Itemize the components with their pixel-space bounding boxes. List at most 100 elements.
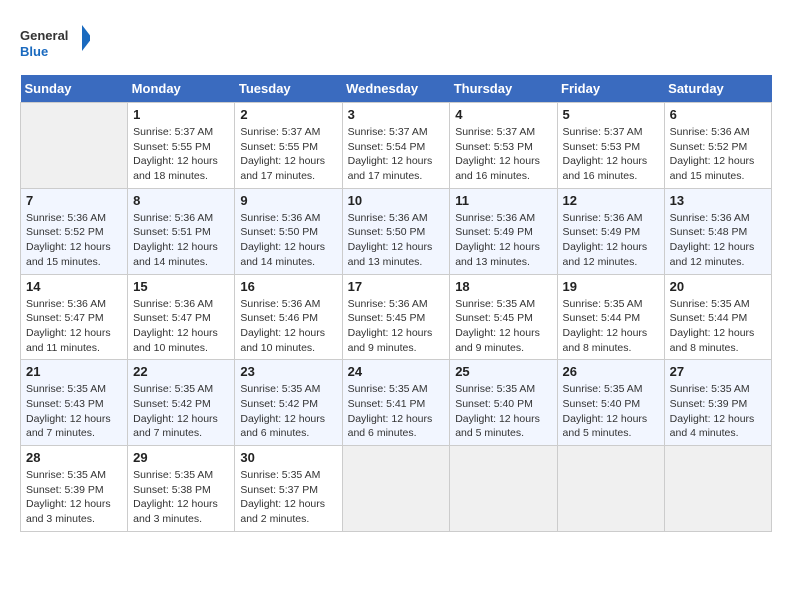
calendar-cell: 22Sunrise: 5:35 AMSunset: 5:42 PMDayligh… bbox=[128, 360, 235, 446]
calendar-cell: 8 Sunrise: 5:36 AMSunset: 5:51 PMDaylight… bbox=[128, 188, 235, 274]
calendar-cell: 11 Sunrise: 5:36 AMSunset: 5:49 PMDayligh… bbox=[450, 188, 557, 274]
calendar-cell: 4 Sunrise: 5:37 AMSunset: 5:53 PMDaylight… bbox=[450, 103, 557, 189]
day-number: 11 bbox=[455, 193, 551, 208]
day-number: 30 bbox=[240, 450, 336, 465]
day-info: Sunrise: 5:37 AMSunset: 5:55 PMDaylight:… bbox=[133, 125, 229, 184]
calendar-cell: 7 Sunrise: 5:36 AMSunset: 5:52 PMDaylight… bbox=[21, 188, 128, 274]
day-info: Sunrise: 5:35 AMSunset: 5:38 PMDaylight:… bbox=[133, 468, 229, 527]
calendar-cell: 6 Sunrise: 5:36 AMSunset: 5:52 PMDaylight… bbox=[664, 103, 771, 189]
day-number: 6 bbox=[670, 107, 766, 122]
day-info: Sunrise: 5:36 AMSunset: 5:49 PMDaylight:… bbox=[563, 211, 659, 270]
calendar-cell: 21 Sunrise: 5:35 AMSunset: 5:43 PMDayligh… bbox=[21, 360, 128, 446]
day-number: 9 bbox=[240, 193, 336, 208]
logo: General Blue bbox=[20, 20, 90, 65]
day-number: 12 bbox=[563, 193, 659, 208]
calendar-cell: 10 Sunrise: 5:36 AMSunset: 5:50 PMDayligh… bbox=[342, 188, 450, 274]
day-info: Sunrise: 5:37 AMSunset: 5:53 PMDaylight:… bbox=[563, 125, 659, 184]
day-info: Sunrise: 5:35 AMSunset: 5:45 PMDaylight:… bbox=[455, 297, 551, 356]
day-number: 13 bbox=[670, 193, 766, 208]
day-number: 15 bbox=[133, 279, 229, 294]
calendar-cell: 27Sunrise: 5:35 AMSunset: 5:39 PMDayligh… bbox=[664, 360, 771, 446]
day-info: Sunrise: 5:36 AMSunset: 5:45 PMDaylight:… bbox=[348, 297, 445, 356]
svg-text:General: General bbox=[20, 28, 68, 43]
day-info: Sunrise: 5:35 AMSunset: 5:44 PMDaylight:… bbox=[670, 297, 766, 356]
day-number: 24 bbox=[348, 364, 445, 379]
calendar-cell: 3Sunrise: 5:37 AMSunset: 5:54 PMDaylight… bbox=[342, 103, 450, 189]
day-info: Sunrise: 5:36 AMSunset: 5:50 PMDaylight:… bbox=[348, 211, 445, 270]
week-row-3: 14 Sunrise: 5:36 AMSunset: 5:47 PMDayligh… bbox=[21, 274, 772, 360]
page-header: General Blue bbox=[20, 20, 772, 65]
calendar-cell: 16 Sunrise: 5:36 AMSunset: 5:46 PMDayligh… bbox=[235, 274, 342, 360]
day-info: Sunrise: 5:36 AMSunset: 5:52 PMDaylight:… bbox=[670, 125, 766, 184]
day-info: Sunrise: 5:37 AMSunset: 5:53 PMDaylight:… bbox=[455, 125, 551, 184]
day-number: 3 bbox=[348, 107, 445, 122]
calendar-cell: 20 Sunrise: 5:35 AMSunset: 5:44 PMDayligh… bbox=[664, 274, 771, 360]
day-number: 18 bbox=[455, 279, 551, 294]
day-number: 1 bbox=[133, 107, 229, 122]
calendar-cell: 29 Sunrise: 5:35 AMSunset: 5:38 PMDayligh… bbox=[128, 446, 235, 532]
day-info: Sunrise: 5:36 AMSunset: 5:52 PMDaylight:… bbox=[26, 211, 122, 270]
day-info: Sunrise: 5:36 AMSunset: 5:46 PMDaylight:… bbox=[240, 297, 336, 356]
day-info: Sunrise: 5:35 AMSunset: 5:39 PMDaylight:… bbox=[670, 382, 766, 441]
calendar-cell bbox=[450, 446, 557, 532]
day-number: 23 bbox=[240, 364, 336, 379]
day-number: 26 bbox=[563, 364, 659, 379]
calendar-cell: 17 Sunrise: 5:36 AMSunset: 5:45 PMDayligh… bbox=[342, 274, 450, 360]
day-info: Sunrise: 5:36 AMSunset: 5:49 PMDaylight:… bbox=[455, 211, 551, 270]
day-number: 19 bbox=[563, 279, 659, 294]
day-info: Sunrise: 5:36 AMSunset: 5:47 PMDaylight:… bbox=[26, 297, 122, 356]
calendar-cell: 24 Sunrise: 5:35 AMSunset: 5:41 PMDayligh… bbox=[342, 360, 450, 446]
day-number: 20 bbox=[670, 279, 766, 294]
calendar-cell: 23 Sunrise: 5:35 AMSunset: 5:42 PMDayligh… bbox=[235, 360, 342, 446]
calendar-cell: 19 Sunrise: 5:35 AMSunset: 5:44 PMDayligh… bbox=[557, 274, 664, 360]
calendar-cell: 12 Sunrise: 5:36 AMSunset: 5:49 PMDayligh… bbox=[557, 188, 664, 274]
week-row-2: 7 Sunrise: 5:36 AMSunset: 5:52 PMDaylight… bbox=[21, 188, 772, 274]
day-header-saturday: Saturday bbox=[664, 75, 771, 103]
day-number: 7 bbox=[26, 193, 122, 208]
day-header-sunday: Sunday bbox=[21, 75, 128, 103]
day-info: Sunrise: 5:35 AMSunset: 5:40 PMDaylight:… bbox=[455, 382, 551, 441]
calendar-cell bbox=[342, 446, 450, 532]
day-number: 5 bbox=[563, 107, 659, 122]
day-info: Sunrise: 5:35 AMSunset: 5:44 PMDaylight:… bbox=[563, 297, 659, 356]
day-info: Sunrise: 5:36 AMSunset: 5:51 PMDaylight:… bbox=[133, 211, 229, 270]
calendar-cell: 28Sunrise: 5:35 AMSunset: 5:39 PMDayligh… bbox=[21, 446, 128, 532]
day-number: 25 bbox=[455, 364, 551, 379]
day-header-friday: Friday bbox=[557, 75, 664, 103]
day-info: Sunrise: 5:35 AMSunset: 5:40 PMDaylight:… bbox=[563, 382, 659, 441]
svg-text:Blue: Blue bbox=[20, 44, 48, 59]
week-row-1: 1 Sunrise: 5:37 AMSunset: 5:55 PMDaylight… bbox=[21, 103, 772, 189]
week-row-5: 28Sunrise: 5:35 AMSunset: 5:39 PMDayligh… bbox=[21, 446, 772, 532]
logo-svg: General Blue bbox=[20, 20, 90, 65]
day-info: Sunrise: 5:35 AMSunset: 5:37 PMDaylight:… bbox=[240, 468, 336, 527]
calendar-cell: 5 Sunrise: 5:37 AMSunset: 5:53 PMDaylight… bbox=[557, 103, 664, 189]
week-row-4: 21 Sunrise: 5:35 AMSunset: 5:43 PMDayligh… bbox=[21, 360, 772, 446]
calendar-cell: 9 Sunrise: 5:36 AMSunset: 5:50 PMDaylight… bbox=[235, 188, 342, 274]
day-header-tuesday: Tuesday bbox=[235, 75, 342, 103]
calendar-cell: 13Sunrise: 5:36 AMSunset: 5:48 PMDayligh… bbox=[664, 188, 771, 274]
day-number: 16 bbox=[240, 279, 336, 294]
day-number: 17 bbox=[348, 279, 445, 294]
day-info: Sunrise: 5:35 AMSunset: 5:43 PMDaylight:… bbox=[26, 382, 122, 441]
day-number: 4 bbox=[455, 107, 551, 122]
day-info: Sunrise: 5:35 AMSunset: 5:41 PMDaylight:… bbox=[348, 382, 445, 441]
day-number: 8 bbox=[133, 193, 229, 208]
calendar-cell bbox=[557, 446, 664, 532]
calendar-cell: 2 Sunrise: 5:37 AMSunset: 5:55 PMDaylight… bbox=[235, 103, 342, 189]
day-info: Sunrise: 5:36 AMSunset: 5:50 PMDaylight:… bbox=[240, 211, 336, 270]
day-info: Sunrise: 5:37 AMSunset: 5:55 PMDaylight:… bbox=[240, 125, 336, 184]
day-number: 2 bbox=[240, 107, 336, 122]
day-number: 10 bbox=[348, 193, 445, 208]
calendar-cell bbox=[21, 103, 128, 189]
calendar-table: SundayMondayTuesdayWednesdayThursdayFrid… bbox=[20, 75, 772, 532]
day-header-thursday: Thursday bbox=[450, 75, 557, 103]
calendar-cell: 30 Sunrise: 5:35 AMSunset: 5:37 PMDayligh… bbox=[235, 446, 342, 532]
day-number: 21 bbox=[26, 364, 122, 379]
day-info: Sunrise: 5:35 AMSunset: 5:42 PMDaylight:… bbox=[133, 382, 229, 441]
calendar-cell: 15Sunrise: 5:36 AMSunset: 5:47 PMDayligh… bbox=[128, 274, 235, 360]
calendar-cell: 14 Sunrise: 5:36 AMSunset: 5:47 PMDayligh… bbox=[21, 274, 128, 360]
day-number: 29 bbox=[133, 450, 229, 465]
calendar-cell: 25 Sunrise: 5:35 AMSunset: 5:40 PMDayligh… bbox=[450, 360, 557, 446]
day-number: 14 bbox=[26, 279, 122, 294]
day-info: Sunrise: 5:35 AMSunset: 5:42 PMDaylight:… bbox=[240, 382, 336, 441]
